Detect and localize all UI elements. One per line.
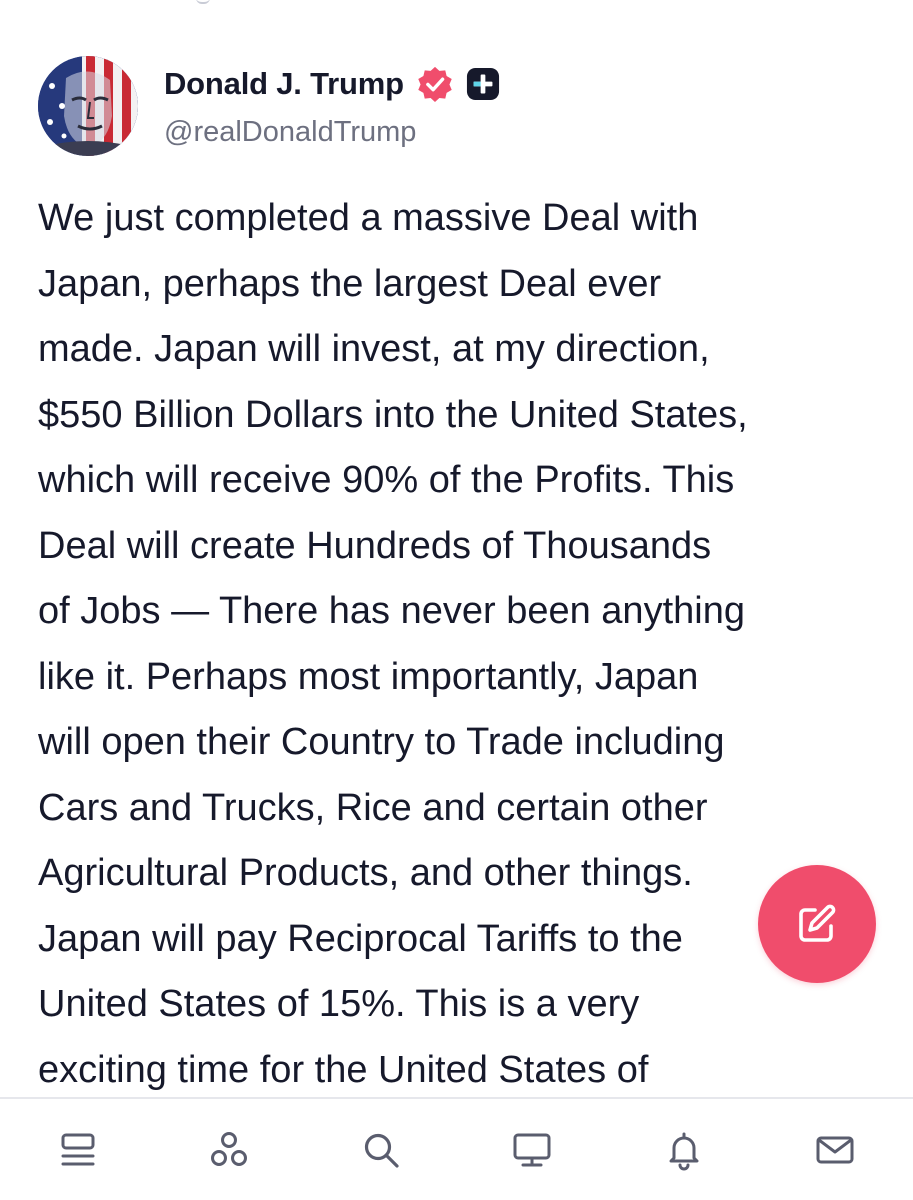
verified-badge-icon [418,66,452,103]
compose-button[interactable] [758,865,876,983]
nav-tv[interactable] [506,1124,558,1176]
nav-feed[interactable] [52,1124,104,1176]
avatar-image [38,56,138,156]
plus-badge-icon [466,67,499,101]
avatar[interactable] [38,56,138,156]
mail-icon [816,1136,854,1163]
groups-icon [211,1131,248,1166]
feed-icon [61,1133,95,1165]
author-name-row: Donald J. Trump [164,62,500,106]
author-handle[interactable]: @realDonaldTrump [164,116,416,149]
bell-icon [669,1132,699,1170]
tv-icon [513,1133,551,1166]
post-body-text: We just completed a massive Deal with Ja… [38,197,748,1091]
author-display-name[interactable]: Donald J. Trump [164,66,404,102]
cut-off-fragment [196,0,210,4]
nav-search[interactable] [355,1124,407,1176]
nav-notifications[interactable] [658,1124,710,1176]
nav-messages[interactable] [809,1124,861,1176]
post-detail-screen: Donald J. Trump @realDonaldTrump We just… [0,0,913,1200]
search-icon [364,1133,399,1168]
previous-content-edge [0,0,913,10]
nav-groups[interactable] [203,1124,255,1176]
bottom-navigation [0,1097,913,1200]
compose-pencil-icon [799,904,836,942]
